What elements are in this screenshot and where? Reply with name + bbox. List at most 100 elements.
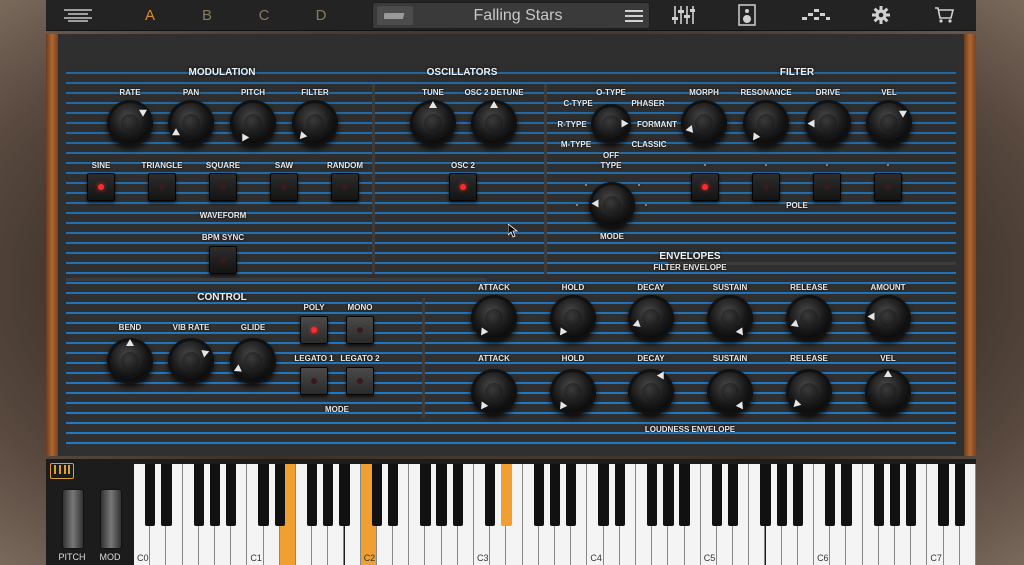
glide-knob[interactable] xyxy=(230,338,276,384)
black-key[interactable] xyxy=(646,464,658,526)
black-key[interactable] xyxy=(549,464,561,526)
filter-mode-knob[interactable] xyxy=(589,182,635,228)
resonance-knob[interactable] xyxy=(743,100,789,146)
lenv-decay-knob[interactable] xyxy=(628,369,674,415)
filter-type-o[interactable]: O-TYPE xyxy=(596,88,626,97)
filter-type-phaser[interactable]: PHASER xyxy=(631,99,664,108)
lenv-hold-knob[interactable] xyxy=(550,369,596,415)
filter-type-c[interactable]: C-TYPE xyxy=(563,99,592,108)
lenv-attack-knob[interactable] xyxy=(471,369,517,415)
filter-type-r[interactable]: R-TYPE xyxy=(557,120,586,129)
preset-tab-a[interactable]: A xyxy=(139,0,161,30)
sine-button[interactable] xyxy=(87,173,115,201)
black-key[interactable] xyxy=(225,464,237,526)
bpm-sync-button[interactable] xyxy=(209,246,237,274)
legato2-button[interactable] xyxy=(346,367,374,395)
black-key[interactable] xyxy=(889,464,901,526)
fenv-release-knob[interactable] xyxy=(786,295,832,341)
black-key[interactable] xyxy=(274,464,285,526)
lenv-sustain-knob[interactable] xyxy=(707,369,753,415)
gear-icon[interactable] xyxy=(869,0,893,30)
black-key[interactable] xyxy=(533,464,544,526)
black-key[interactable] xyxy=(193,464,204,526)
black-key[interactable] xyxy=(501,464,512,526)
black-key[interactable] xyxy=(825,464,836,526)
pitch-knob[interactable] xyxy=(230,100,276,146)
pan-knob[interactable] xyxy=(168,100,214,146)
black-key[interactable] xyxy=(938,464,949,526)
black-key[interactable] xyxy=(452,464,464,526)
black-key[interactable] xyxy=(792,464,804,526)
morph-knob[interactable] xyxy=(681,100,727,146)
filter-type-knob[interactable] xyxy=(591,104,631,144)
tune-knob[interactable] xyxy=(410,100,456,146)
lenv-vel-knob[interactable] xyxy=(865,369,911,415)
black-key[interactable] xyxy=(145,464,156,526)
black-key[interactable] xyxy=(306,464,318,526)
saw-button[interactable] xyxy=(270,173,298,201)
filter-type-m[interactable]: M-TYPE xyxy=(561,140,591,149)
black-key[interactable] xyxy=(614,464,625,526)
hamburger-icon[interactable] xyxy=(60,0,96,30)
rate-knob[interactable] xyxy=(107,100,153,146)
square-button[interactable] xyxy=(209,173,237,201)
preset-tab-d[interactable]: D xyxy=(310,0,332,30)
mono-button[interactable] xyxy=(346,316,374,344)
legato1-button[interactable] xyxy=(300,367,328,395)
filter-vel-knob[interactable] xyxy=(866,100,912,146)
osc2-detune-knob[interactable] xyxy=(471,100,517,146)
filter-mod-knob[interactable] xyxy=(292,100,338,146)
lenv-release-knob[interactable] xyxy=(786,369,832,415)
preset-list-icon[interactable] xyxy=(621,6,647,25)
preset-tab-c[interactable]: C xyxy=(253,0,275,30)
black-key[interactable] xyxy=(727,464,739,526)
sequencer-icon[interactable] xyxy=(798,0,834,30)
black-key[interactable] xyxy=(420,464,431,526)
black-key[interactable] xyxy=(663,464,674,526)
black-key[interactable] xyxy=(954,464,965,526)
fenv-attack-knob[interactable] xyxy=(471,295,517,341)
osc2-button[interactable] xyxy=(449,173,477,201)
black-key[interactable] xyxy=(371,464,383,526)
keyboard-toggle-icon[interactable] xyxy=(50,463,74,479)
black-key[interactable] xyxy=(760,464,771,526)
pole-1-button[interactable] xyxy=(691,173,719,201)
fenv-hold-knob[interactable] xyxy=(550,295,596,341)
black-key[interactable] xyxy=(906,464,917,526)
black-key[interactable] xyxy=(598,464,609,526)
preset-tab-b[interactable]: B xyxy=(196,0,218,30)
pole-4-button[interactable] xyxy=(874,173,902,201)
fenv-amount-knob[interactable] xyxy=(865,295,911,341)
random-button[interactable] xyxy=(331,173,359,201)
black-key[interactable] xyxy=(209,464,221,526)
black-key[interactable] xyxy=(387,464,399,526)
drive-knob[interactable] xyxy=(805,100,851,146)
bend-knob[interactable] xyxy=(107,338,153,384)
black-key[interactable] xyxy=(161,464,172,526)
black-key[interactable] xyxy=(873,464,885,526)
filter-type-formant[interactable]: FORMANT xyxy=(637,120,677,129)
black-key[interactable] xyxy=(776,464,787,526)
black-key[interactable] xyxy=(436,464,447,526)
preset-selector[interactable]: Falling Stars xyxy=(372,2,650,29)
black-key[interactable] xyxy=(841,464,852,526)
black-key[interactable] xyxy=(258,464,269,526)
black-key[interactable] xyxy=(323,464,334,526)
pitch-wheel[interactable] xyxy=(62,489,84,549)
black-key[interactable] xyxy=(566,464,577,526)
pole-2-button[interactable] xyxy=(752,173,780,201)
black-key[interactable] xyxy=(339,464,350,526)
speaker-icon[interactable] xyxy=(732,0,762,30)
mixer-icon[interactable] xyxy=(668,0,698,30)
black-key[interactable] xyxy=(679,464,690,526)
triangle-button[interactable] xyxy=(148,173,176,201)
mod-wheel[interactable] xyxy=(100,489,122,549)
preset-name[interactable]: Falling Stars xyxy=(417,3,619,28)
poly-button[interactable] xyxy=(300,316,328,344)
black-key[interactable] xyxy=(485,464,496,526)
black-key[interactable] xyxy=(711,464,723,526)
vib-rate-knob[interactable] xyxy=(168,338,214,384)
filter-type-off[interactable]: OFF xyxy=(603,151,619,160)
filter-type-classic[interactable]: CLASSIC xyxy=(631,140,666,149)
pole-3-button[interactable] xyxy=(813,173,841,201)
